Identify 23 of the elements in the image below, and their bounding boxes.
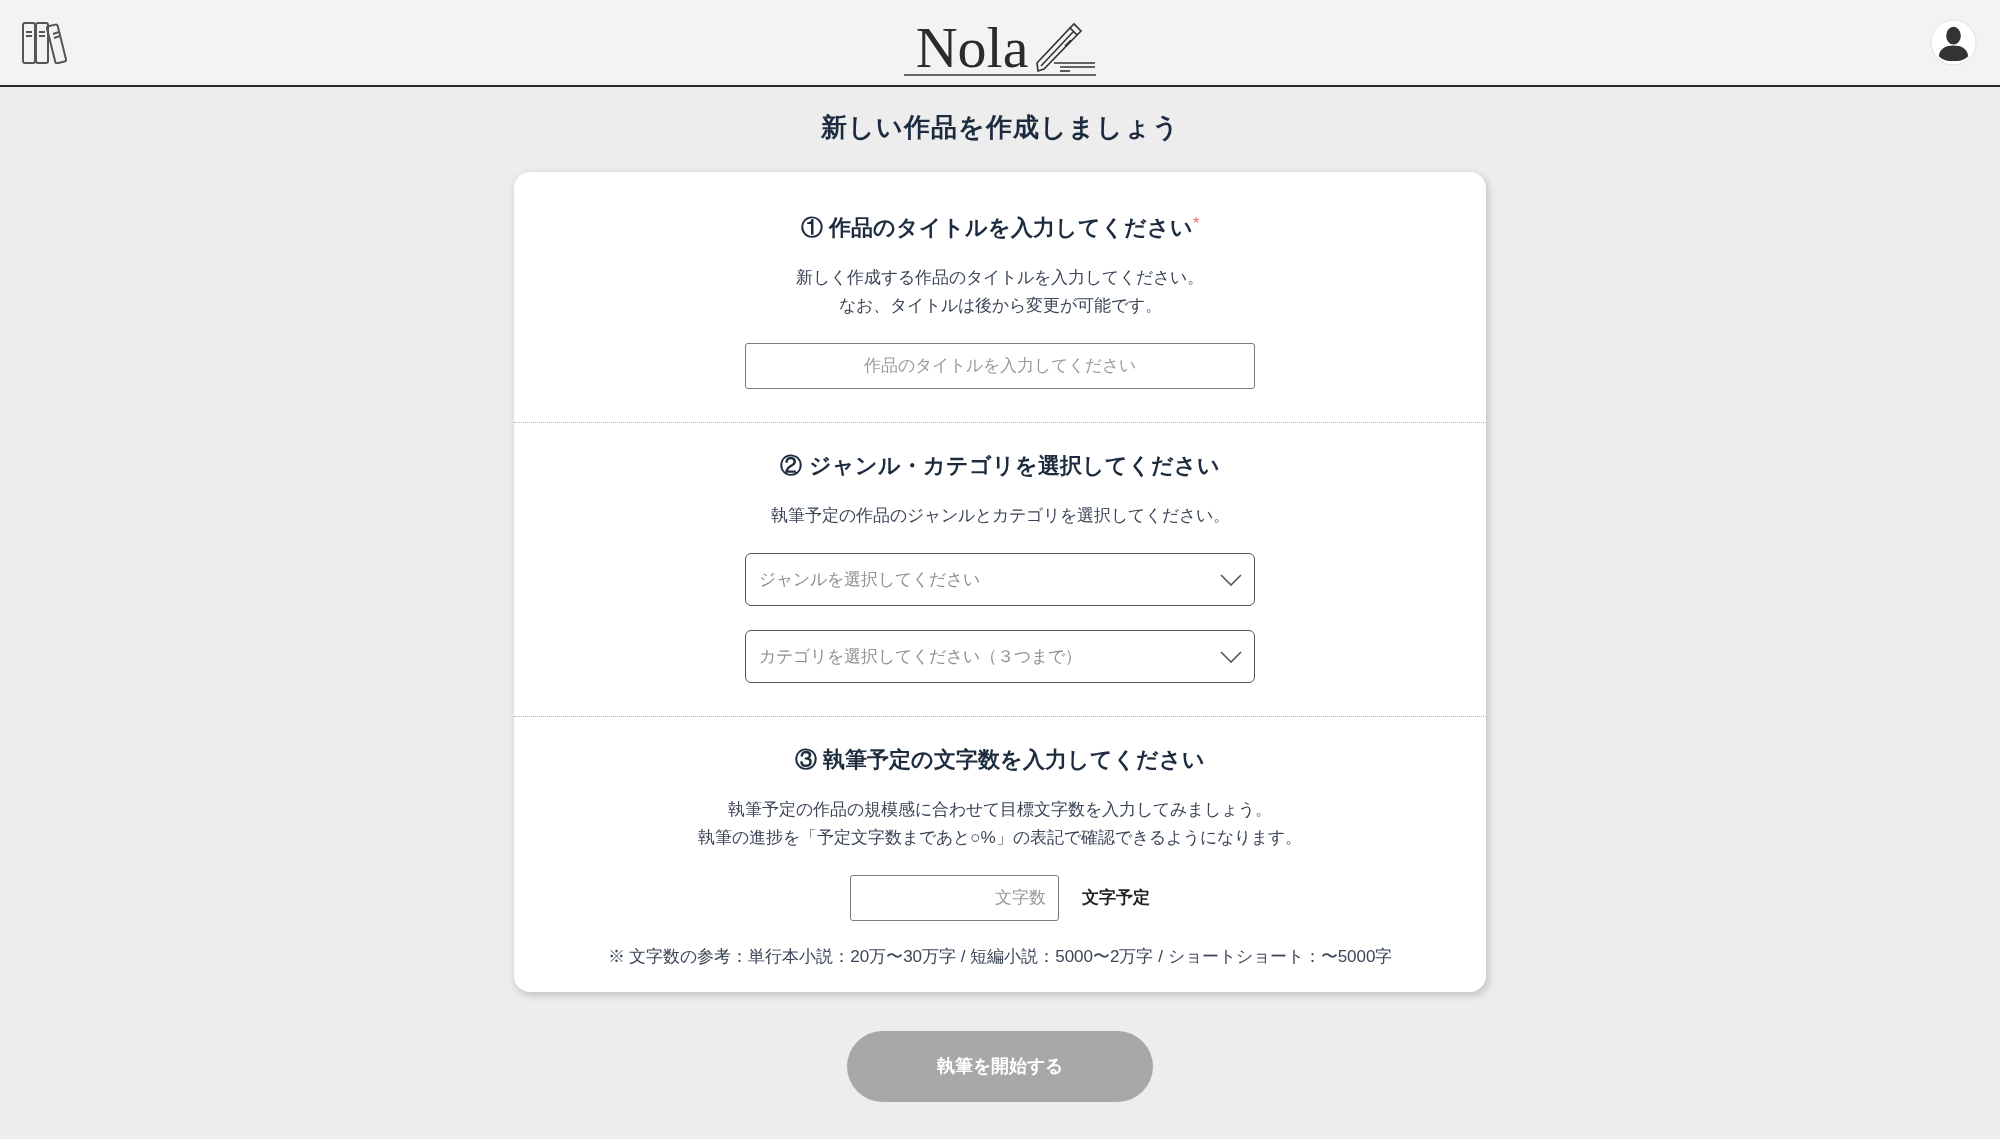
required-mark: *: [1192, 214, 1200, 232]
user-avatar-icon[interactable]: [1930, 19, 1977, 66]
pen-icon: [1034, 21, 1097, 74]
chevron-down-icon: [1220, 573, 1242, 586]
word-count-input-field[interactable]: 文字数: [850, 875, 1059, 921]
dropdown-select[interactable]: カテゴリを選択してください（３つまで）: [745, 630, 1255, 683]
section-description: 執筆の進捗を「予定文字数まであと○%」の表記で確認できるようになります。: [698, 827, 1302, 849]
chevron-down-icon: [1220, 650, 1242, 663]
logo[interactable]: Nola: [903, 19, 1097, 76]
section-heading: ② ジャンル・カテゴリを選択してください: [780, 452, 1220, 480]
dropdown-select[interactable]: ジャンルを選択してください: [745, 553, 1255, 606]
section-description: 執筆予定の作品のジャンルとカテゴリを選択してください。: [770, 505, 1230, 527]
logo-wordmark: Nola: [915, 21, 1029, 74]
title-input-field[interactable]: 作品のタイトルを入力してください: [745, 343, 1255, 389]
section-heading: ③ 執筆予定の文字数を入力してください: [794, 746, 1206, 774]
section-heading: ① 作品のタイトルを入力してください: [800, 214, 1193, 242]
unit-label: 文字予定: [1082, 887, 1150, 910]
page-title: 新しい作品を作成しましょう: [820, 111, 1180, 144]
section-description: 新しく作成する作品のタイトルを入力してください。: [796, 267, 1204, 289]
reference-note: ※ 文字数の参考：単行本小説：20万〜30万字 / 短編小説：5000〜2万字 / ショートショート：〜5000字: [607, 946, 1393, 968]
section-description: 執筆予定の作品の規模感に合わせて目標文字数を入力してみましょう。: [728, 799, 1272, 821]
books-icon[interactable]: [22, 21, 70, 64]
section-description: なお、タイトルは後から変更が可能です。: [838, 295, 1162, 317]
